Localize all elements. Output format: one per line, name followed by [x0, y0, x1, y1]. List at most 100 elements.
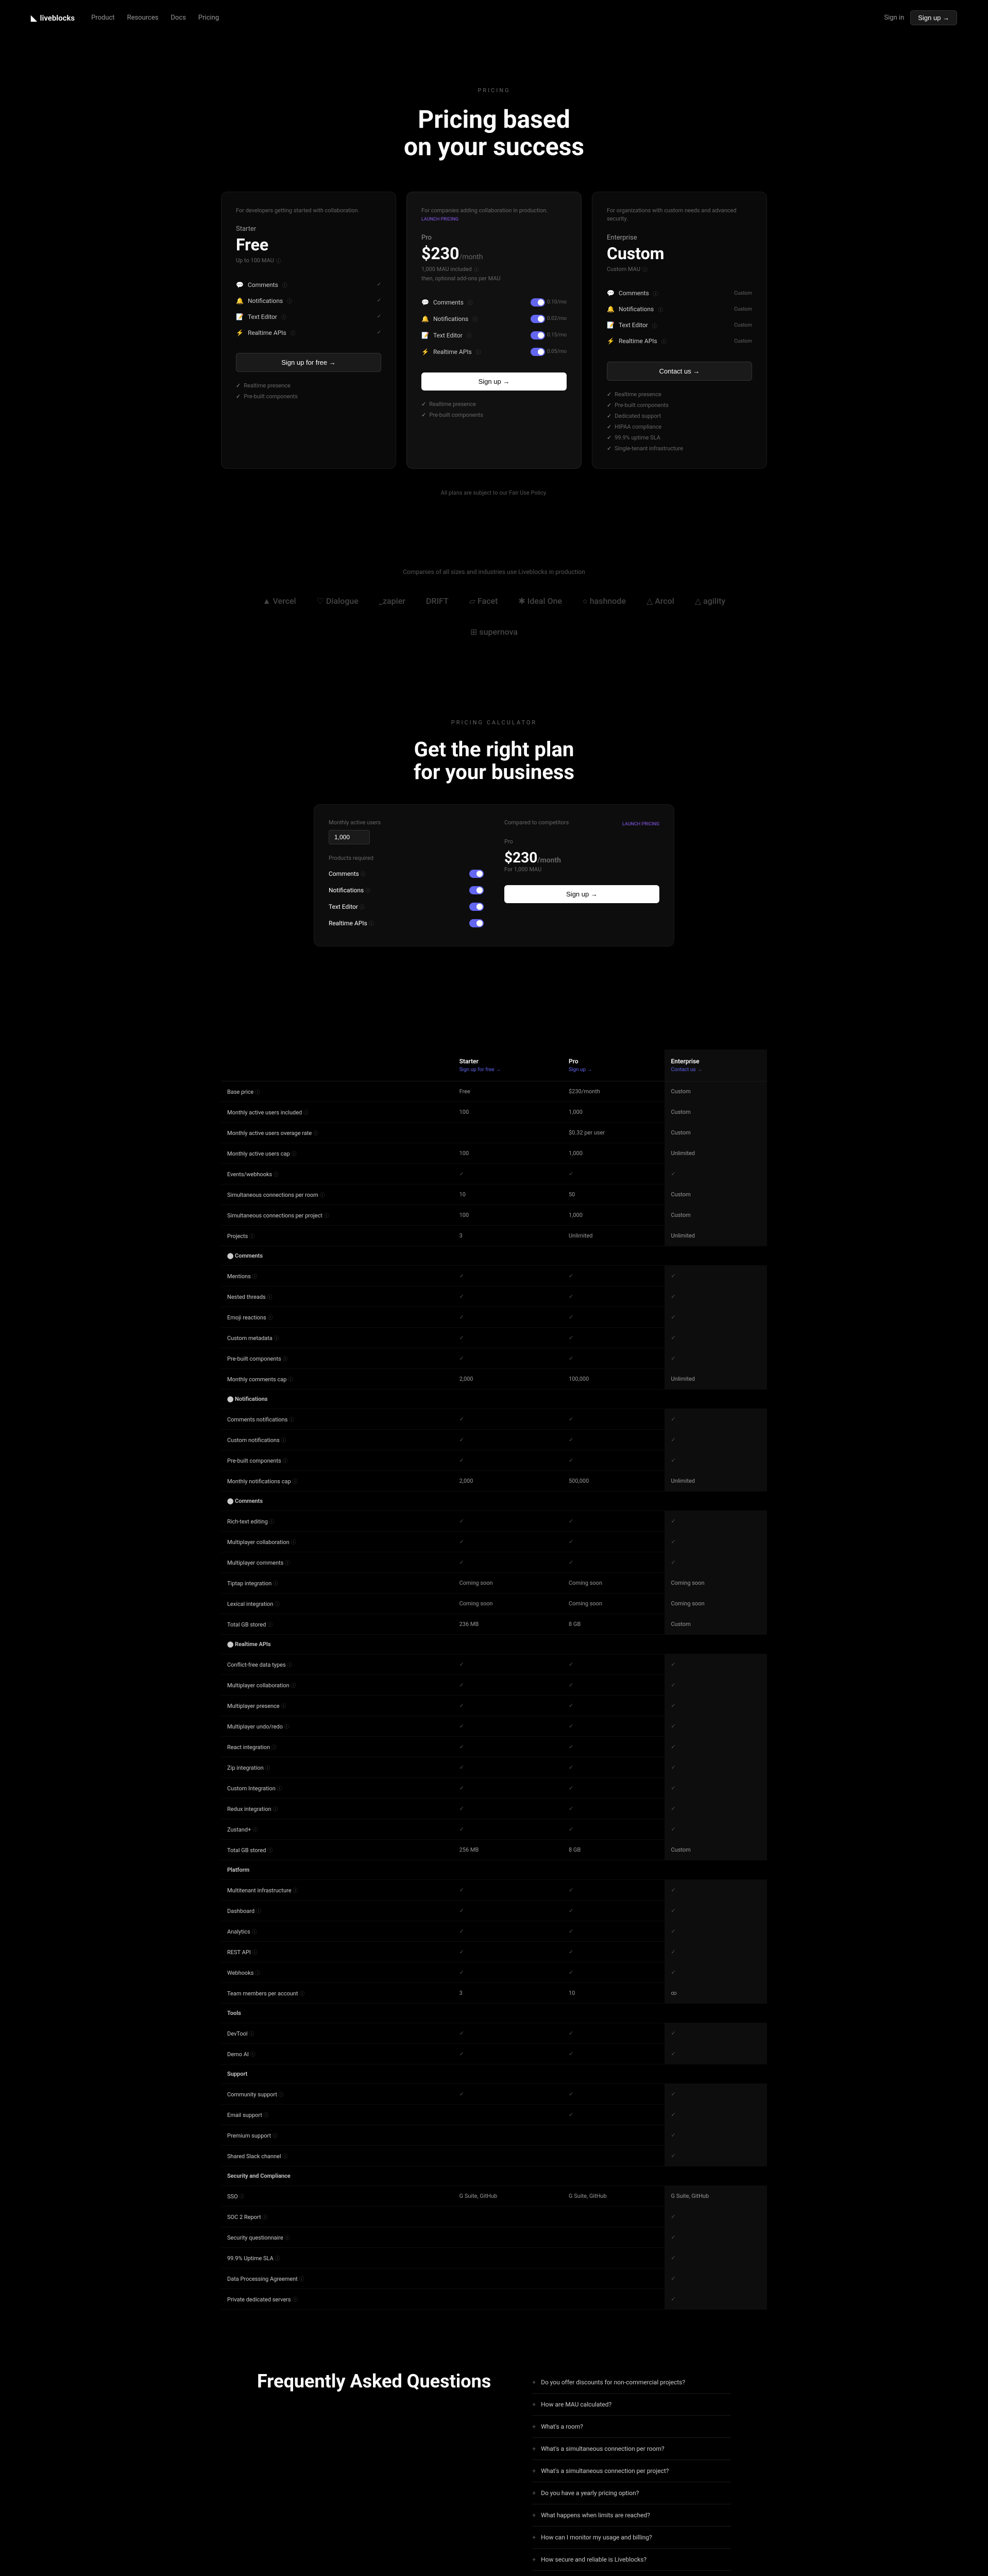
compare-cell: ✓: [665, 1921, 767, 1941]
compare-cell: ✓: [665, 1450, 767, 1470]
compare-row: Pre-built components ⓘ✓✓✓: [221, 1450, 767, 1470]
compare-cell: ✓: [665, 1348, 767, 1368]
compare-cell: SSO ⓘ: [221, 2185, 453, 2206]
nav-docs[interactable]: Docs: [171, 14, 185, 22]
compare-cell: G Suite, GitHub: [563, 2185, 665, 2206]
compare-row: Monthly active users cap ⓘ1001,000Unlimi…: [221, 1143, 767, 1163]
compare-cell: Multiplayer presence ⓘ: [221, 1695, 453, 1716]
compare-row: Base price ⓘFree$230/monthCustom: [221, 1081, 767, 1101]
compare-row: Total GB stored ⓘ256 MB8 GBCustom: [221, 1839, 767, 1860]
faq-item[interactable]: Do you offer discounts for non-commercia…: [532, 2371, 731, 2394]
compare-cell: 8 GB: [563, 1614, 665, 1634]
plan-desc: For companies adding collaboration in pr…: [421, 207, 567, 224]
compare-cell: ✓: [665, 1900, 767, 1921]
product-toggle[interactable]: [469, 903, 484, 911]
feature-toggle[interactable]: [531, 298, 545, 307]
compare-cell: Custom: [665, 1839, 767, 1860]
plan-desc: For organizations with custom needs and …: [607, 207, 752, 224]
feature-toggle[interactable]: [531, 348, 545, 356]
compare-cell: 8 GB: [563, 1839, 665, 1860]
faq-item[interactable]: How are MAU calculated?: [532, 2394, 731, 2416]
compare-cell: Base price ⓘ: [221, 1081, 453, 1101]
compare-cell: ✓: [453, 1265, 563, 1286]
compare-cell: Custom: [665, 1122, 767, 1143]
compare-label: Compared to competitors: [504, 819, 569, 826]
compare-cell: 3: [453, 1225, 563, 1246]
section-header: ⬤ Notifications: [221, 1389, 767, 1409]
faq-item[interactable]: What's a room?: [532, 2416, 731, 2438]
mau-input[interactable]: [329, 830, 370, 844]
signup-button[interactable]: Sign up →: [910, 10, 957, 25]
compare-cell: ✓: [563, 1307, 665, 1327]
compare-cell: Nested threads ⓘ: [221, 1286, 453, 1307]
compare-cell: Monthly active users included ⓘ: [221, 1101, 453, 1122]
plan-footer: ✓Realtime presence✓Pre-built components: [421, 399, 567, 420]
compare-cell: Custom: [665, 1101, 767, 1122]
nav-resources[interactable]: Resources: [127, 14, 159, 22]
compare-cell: Monthly active users cap ⓘ: [221, 1143, 453, 1163]
faq-item[interactable]: How can I monitor my usage and billing?: [532, 2527, 731, 2549]
logo[interactable]: ◣ liveblocks: [31, 13, 75, 23]
product-toggle[interactable]: [469, 919, 484, 927]
compare-cell: ✓: [563, 1941, 665, 1962]
compare-cell: ✓: [453, 1163, 563, 1184]
compare-cell: ✓: [453, 1941, 563, 1962]
compare-row: Private dedicated servers ⓘ✓: [221, 2289, 767, 2309]
faq-item[interactable]: Do you have a yearly pricing option?: [532, 2482, 731, 2504]
plan-cta-button[interactable]: Contact us →: [607, 362, 752, 381]
plan-sub: Up to 100 MAU ⓘ: [236, 257, 381, 264]
customer-logo: ▱ Facet: [469, 596, 498, 606]
faq-item[interactable]: What's a simultaneous connection per pro…: [532, 2460, 731, 2482]
compare-header-cta[interactable]: Contact us →: [671, 1067, 761, 1073]
compare-cell: Free: [453, 1081, 563, 1101]
compare-cell: Pre-built components ⓘ: [221, 1450, 453, 1470]
feature-toggle[interactable]: [531, 315, 545, 323]
plan-cta-button[interactable]: Sign up for free →: [236, 353, 381, 372]
faq-item[interactable]: What's a simultaneous connection per roo…: [532, 2438, 731, 2460]
compare-cell: Total GB stored ⓘ: [221, 1614, 453, 1634]
compare-cell: ✓: [563, 1450, 665, 1470]
compare-cell: Custom: [665, 1184, 767, 1205]
plan-price: Free: [236, 235, 381, 255]
customer-logo: ▲ Vercel: [263, 596, 296, 606]
compare-row: Premium support ⓘ✓: [221, 2125, 767, 2145]
feature-toggle[interactable]: [531, 331, 545, 340]
nav-pricing[interactable]: Pricing: [198, 14, 219, 22]
plan-footer-item: ✓99.9% uptime SLA: [607, 432, 752, 443]
compare-cell: Unlimited: [665, 1143, 767, 1163]
compare-cell: Dashboard ⓘ: [221, 1900, 453, 1921]
compare-header-cta[interactable]: Sign up →: [569, 1067, 658, 1073]
product-toggle[interactable]: [469, 886, 484, 894]
plan-tier: Pro: [421, 234, 567, 242]
compare-cell: ✓: [563, 2043, 665, 2064]
plan-feature: ⚡Realtime APIs ⓘ0.05/mo: [421, 344, 567, 360]
feature-list: 💬Comments ⓘCustom🔔Notifications ⓘCustom📝…: [607, 285, 752, 349]
signin-link[interactable]: Sign in: [884, 14, 904, 22]
faq-item[interactable]: What happens when limits are reached?: [532, 2504, 731, 2527]
compare-header: ProSign up →: [563, 1049, 665, 1081]
compare-cell: 256 MB: [453, 1839, 563, 1860]
compare-cell: 500,000: [563, 1470, 665, 1491]
nav-product[interactable]: Product: [91, 14, 114, 22]
plan-tier: Starter: [236, 225, 381, 233]
compare-row: Security questionnaire ⓘ✓: [221, 2227, 767, 2247]
calc-tier: Pro: [504, 838, 659, 845]
calc-product-row: Text Editor ⓘ: [329, 899, 484, 915]
plan-feature: 💬Comments ⓘ✓: [236, 277, 381, 293]
plan-cta-button[interactable]: Sign up →: [421, 372, 567, 391]
compare-cell: ✓: [563, 1409, 665, 1429]
compare-cell: Lexical integration ⓘ: [221, 1593, 453, 1614]
compare-cell: REST API ⓘ: [221, 1941, 453, 1962]
compare-cell: React integration ⓘ: [221, 1736, 453, 1757]
plan-feature: 🔔Notifications ⓘCustom: [607, 301, 752, 317]
calc-signup-button[interactable]: Sign up →: [504, 885, 659, 903]
compare-header-cta[interactable]: Sign up for free →: [459, 1067, 556, 1073]
product-toggle[interactable]: [469, 870, 484, 878]
faq-item[interactable]: How secure and reliable is Liveblocks?: [532, 2549, 731, 2571]
compare-cell: ✓: [453, 1450, 563, 1470]
compare-cell: ✓: [665, 1819, 767, 1839]
compare-cell: ✓: [665, 2083, 767, 2104]
plan-desc: For developers getting started with coll…: [236, 207, 381, 215]
compare-cell: Community support ⓘ: [221, 2083, 453, 2104]
compare-cell: Total GB stored ⓘ: [221, 1839, 453, 1860]
